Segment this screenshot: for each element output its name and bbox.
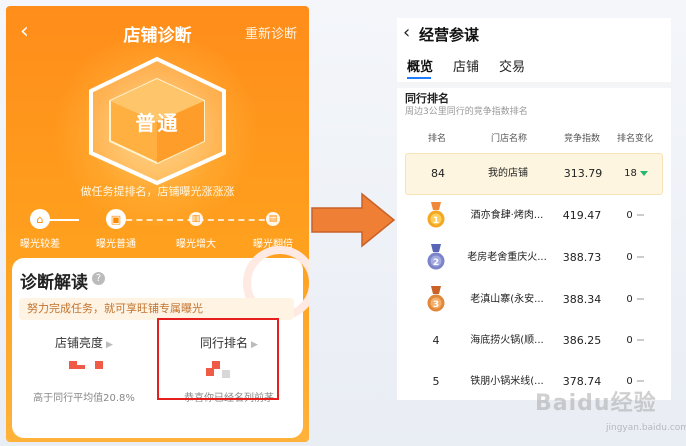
- trend-flat-icon: [636, 256, 644, 258]
- metric-label: 店铺亮度: [55, 336, 104, 350]
- column-header: 排名变化: [616, 134, 653, 144]
- trend-flat-icon: [636, 214, 644, 216]
- change-cell: 0: [611, 321, 659, 361]
- step-label: 曝光较差: [20, 239, 60, 250]
- divider: [397, 82, 671, 88]
- watermark: Baidu经验: [535, 391, 657, 416]
- step-label: 曝光普通: [96, 239, 136, 250]
- svg-text:2: 2: [433, 258, 439, 268]
- section-subtitle: 周边3公里同行的竞争指数排名: [405, 107, 528, 117]
- question-icon[interactable]: ?: [92, 272, 105, 285]
- change-value: 0: [626, 294, 633, 305]
- svg-text:3: 3: [433, 300, 439, 310]
- change-cell: 0: [611, 196, 659, 236]
- change-value: 18: [624, 168, 637, 179]
- store-name-cell: 海底捞火锅(顺...: [470, 335, 544, 346]
- change-cell: 0: [611, 238, 659, 278]
- gold-medal-icon: 1: [427, 202, 445, 228]
- step-storefront-icon: ▣: [106, 209, 126, 229]
- metric-subtext: 高于同行平均值20.8%: [33, 393, 135, 404]
- highlight-box: [157, 318, 279, 400]
- column-header: 竞争指数: [563, 134, 600, 144]
- tab-overview[interactable]: 概览: [407, 56, 434, 79]
- bronze-medal-icon: 3: [427, 286, 445, 312]
- column-header: 门店名称: [490, 134, 527, 144]
- change-value: 0: [626, 210, 633, 221]
- silver-medal-icon: 2: [427, 244, 445, 270]
- step-home-icon: ⌂: [30, 209, 50, 229]
- change-cell: 18: [612, 154, 660, 194]
- trend-down-icon: [639, 170, 648, 176]
- card-title: 诊断解读: [20, 273, 88, 293]
- active-tab-underline: [407, 77, 431, 79]
- index-cell: 313.79: [563, 167, 603, 180]
- store-name-cell: 酒亦食肆·烤肉...: [470, 210, 544, 221]
- trend-flat-icon: [636, 339, 644, 341]
- index-cell: 388.73: [562, 251, 602, 264]
- column-header: 排名: [427, 134, 446, 144]
- triangle-right-icon: ▶: [106, 340, 113, 350]
- store-name-cell: 老房老舍重庆火...: [467, 252, 547, 263]
- step-label: 曝光增大: [176, 239, 216, 250]
- store-name-cell: 我的店铺: [488, 168, 528, 179]
- change-value: 0: [626, 335, 633, 346]
- trend-flat-icon: [636, 298, 644, 300]
- watermark-sub: jingyan.baidu.com: [606, 423, 686, 433]
- index-cell: 419.47: [562, 209, 602, 222]
- table-row-my-store[interactable]: 84 我的店铺 313.79 18: [405, 153, 663, 195]
- table-row[interactable]: 2 老房老舍重庆火... 388.73 0: [397, 238, 671, 278]
- notice-banner: 努力完成任务，就可享旺铺专属曝光: [19, 298, 294, 320]
- level-badge-text: 普通: [135, 111, 180, 135]
- rank-cell: 4: [432, 334, 440, 347]
- business-advisor-screen: ‹ 经营参谋 概览 店铺 交易 同行排名 周边3公里同行的竞争指数排名 排名 门…: [397, 18, 671, 400]
- back-chevron-icon[interactable]: ‹: [403, 22, 410, 43]
- change-value: 0: [626, 252, 633, 263]
- arrow-right-icon: [311, 192, 396, 248]
- svg-text:1: 1: [433, 216, 439, 226]
- metric-blocks: [15, 361, 153, 385]
- table-row[interactable]: 3 老滇山寨(永安... 388.34 0: [397, 280, 671, 320]
- step-skyscraper-icon: ▤: [266, 212, 280, 226]
- metric-store-brightness[interactable]: 店铺亮度 ▶ 高于同行平均值20.8%: [15, 334, 153, 404]
- tip-text: 做任务提排名，店铺曝光涨涨涨: [80, 185, 235, 198]
- tab-transactions[interactable]: 交易: [499, 56, 525, 75]
- page-title: 经营参谋: [419, 26, 480, 44]
- store-name-cell: 老滇山寨(永安...: [470, 294, 544, 305]
- rediagnose-button[interactable]: 重新诊断: [245, 23, 297, 42]
- step-building-icon: ▥: [189, 212, 203, 226]
- index-cell: 386.25: [562, 334, 602, 347]
- rank-cell: 84: [431, 167, 445, 180]
- tab-label: 概览: [407, 60, 434, 75]
- index-cell: 388.34: [562, 293, 602, 306]
- rank-cell: 5: [432, 375, 440, 388]
- trend-flat-icon: [636, 380, 644, 382]
- table-row[interactable]: 1 酒亦食肆·烤肉... 419.47 0: [397, 196, 671, 236]
- tab-store[interactable]: 店铺: [453, 56, 479, 75]
- table-row[interactable]: 4 海底捞火锅(顺... 386.25 0: [397, 321, 671, 361]
- change-cell: 0: [611, 280, 659, 320]
